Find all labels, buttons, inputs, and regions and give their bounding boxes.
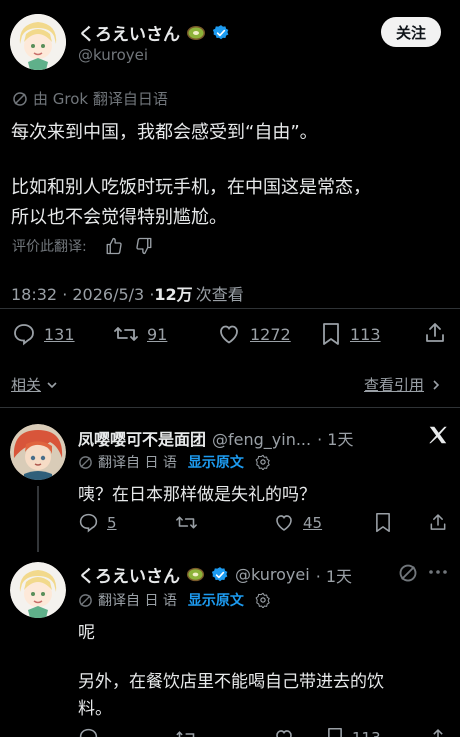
verified-badge-icon	[211, 566, 229, 584]
reply-count: 131	[44, 324, 75, 344]
share-button[interactable]	[423, 321, 447, 345]
reply-2-reply-button[interactable]	[78, 727, 99, 737]
reply-time[interactable]: · 1天	[316, 563, 352, 587]
handle[interactable]: @kuroyei	[78, 46, 148, 64]
reply-text-line1: 呢	[78, 623, 95, 643]
reply-icon	[78, 512, 99, 533]
reply-button[interactable]: 131	[12, 322, 75, 346]
reply-1-like-count: 45	[303, 513, 323, 532]
settings-icon[interactable]	[255, 592, 271, 608]
avatar-main[interactable]	[10, 14, 66, 70]
views-count: 12万	[154, 285, 193, 304]
like-icon	[273, 727, 295, 737]
bookmark-icon	[326, 727, 344, 737]
post-text-line2: 比如和别人吃饭时玩手机，在中国这是常态，	[11, 177, 371, 198]
reply-icon	[12, 322, 36, 346]
chevron-down-icon	[45, 378, 59, 392]
repost-icon	[175, 727, 198, 737]
translated-from-label: 翻译自 日 语	[98, 593, 177, 609]
like-icon	[273, 512, 295, 533]
reply-2-bookmark-button[interactable]: 113	[326, 727, 381, 737]
avatar-reply-1[interactable]	[10, 424, 66, 480]
reply-text-line3: 料。	[78, 699, 112, 719]
reply-1-bookmark-button[interactable]	[374, 512, 392, 533]
more-icon[interactable]	[428, 568, 448, 576]
like-button[interactable]: 1272	[216, 322, 291, 346]
thumbs-down-icon[interactable]	[135, 237, 153, 255]
share-icon	[428, 727, 448, 737]
divider	[0, 407, 460, 408]
repost-count: 91	[147, 324, 168, 344]
kiwi-emoji-icon	[186, 565, 205, 584]
reply-1-repost-button[interactable]	[175, 512, 198, 533]
translated-by-grok: 由 Grok 翻译自日语	[33, 90, 168, 108]
follow-button[interactable]: 关注	[381, 17, 441, 47]
reply-2-repost-button[interactable]	[175, 727, 198, 737]
repost-icon	[175, 512, 198, 533]
view-quotes-link[interactable]: 查看引用	[364, 374, 442, 395]
reply-time[interactable]: · 1天	[317, 426, 353, 450]
bookmark-count: 113	[350, 324, 381, 344]
repost-icon	[113, 322, 139, 346]
reply-1-share-button[interactable]	[428, 512, 448, 533]
divider	[0, 308, 460, 309]
reply-text-line2: 另外，在餐饮店里不能喝自己带进去的饮	[78, 672, 384, 692]
reply-2-like-button[interactable]	[273, 727, 295, 737]
grok-icon[interactable]	[398, 563, 418, 583]
verified-badge-icon	[212, 24, 230, 42]
views-label: 次查看	[195, 285, 244, 304]
reply-handle[interactable]: @feng_yin...	[212, 430, 311, 449]
reply-text: 咦？在日本那样做是失礼的吗？	[78, 485, 316, 505]
like-count: 1272	[250, 324, 291, 344]
share-icon	[428, 512, 448, 533]
kiwi-emoji-icon	[186, 23, 206, 43]
grok-icon	[78, 593, 93, 608]
bookmark-button[interactable]: 113	[320, 322, 381, 346]
bookmark-icon	[374, 512, 392, 533]
show-original-link[interactable]: 显示原文	[188, 590, 244, 610]
reply-display-name[interactable]: 凤嘤嘤可不是面团	[78, 426, 206, 450]
avatar-reply-2[interactable]	[10, 562, 66, 618]
reply-1-reply-count: 5	[107, 513, 117, 532]
post-text-line1: 每次来到中国，我都会感受到“自由”。	[11, 122, 318, 143]
translated-from-label: 翻译自 日 语	[98, 455, 177, 471]
share-icon	[423, 321, 447, 345]
grok-icon	[12, 91, 28, 107]
reply-handle[interactable]: @kuroyei	[235, 565, 310, 584]
reply-icon	[78, 727, 99, 737]
reply-1-reply-button[interactable]: 5	[78, 512, 117, 533]
reply-1-like-button[interactable]: 45	[273, 512, 322, 533]
repost-button[interactable]: 91	[113, 322, 167, 346]
post-text-line3: 所以也不会觉得特别尴尬。	[11, 207, 227, 228]
chevron-right-icon	[430, 378, 442, 392]
reply-2-bookmark-count: 113	[352, 729, 381, 737]
bookmark-icon	[320, 322, 342, 346]
display-name[interactable]: くろえいさん	[78, 20, 180, 45]
settings-icon[interactable]	[255, 454, 271, 470]
view-quotes-label: 查看引用	[364, 376, 425, 394]
reply-2-share-button[interactable]	[428, 727, 448, 737]
related-toggle[interactable]: 相关	[11, 374, 59, 395]
rate-translation-label: 评价此翻译:	[12, 239, 87, 255]
show-original-link[interactable]: 显示原文	[188, 452, 244, 472]
grok-icon	[78, 455, 93, 470]
x-logo-icon[interactable]	[427, 424, 449, 446]
thumbs-up-icon[interactable]	[105, 237, 123, 255]
post-timestamp[interactable]: 18:32 · 2026/5/3 ·	[11, 285, 154, 304]
reply-display-name[interactable]: くろえいさん	[78, 562, 180, 587]
like-icon	[216, 322, 242, 346]
related-label: 相关	[11, 376, 42, 394]
thread-line	[37, 486, 39, 552]
